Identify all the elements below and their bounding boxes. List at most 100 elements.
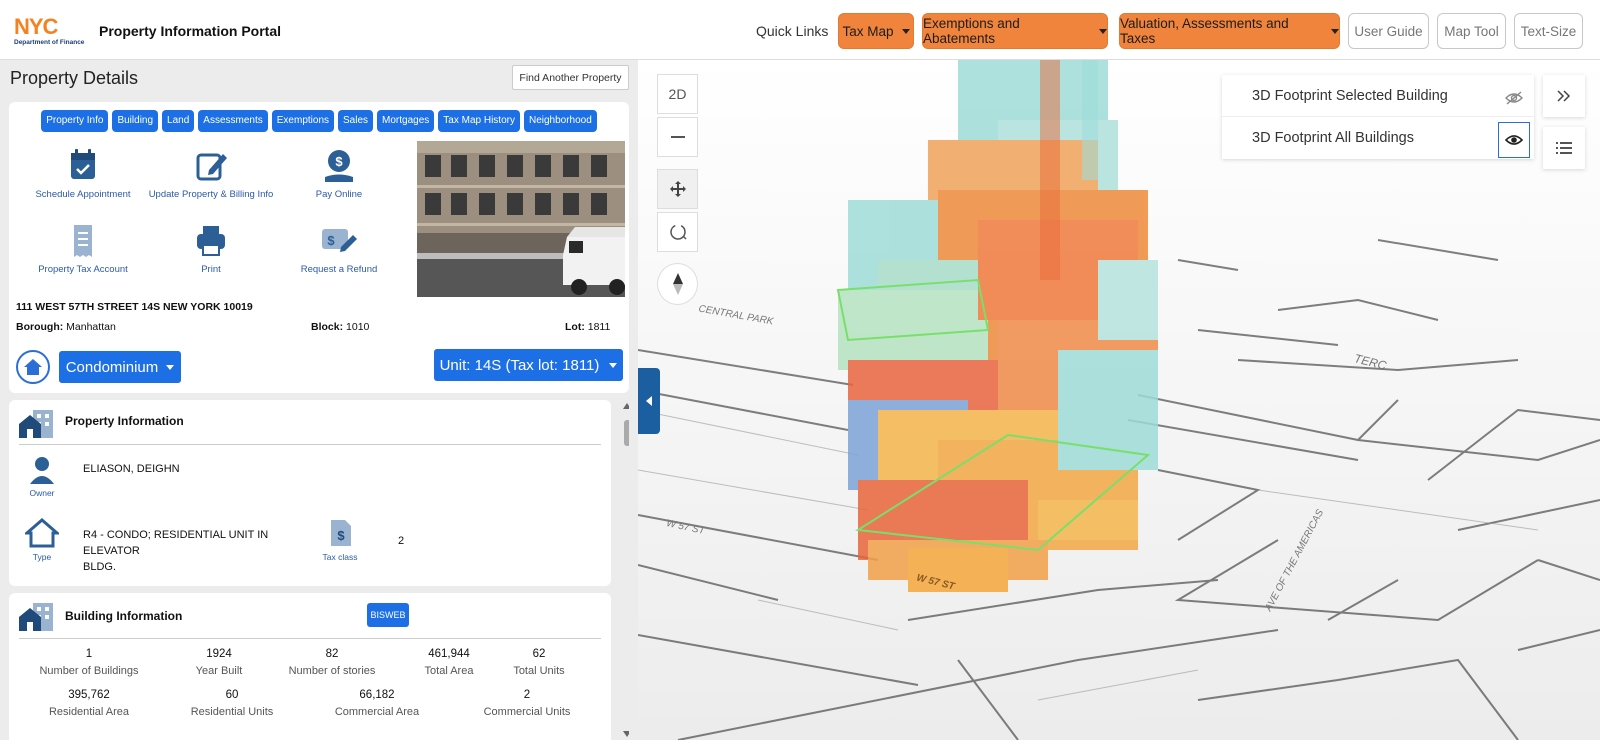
stat-label: Total Units [513, 665, 565, 677]
stat-label: Residential Area [48, 706, 130, 718]
stat-number-of-buildings: 1 Number of Buildings [29, 648, 149, 677]
stat-residential-area: 395,762 Residential Area [29, 689, 149, 718]
update-property-label: Update Property & Billing Info [148, 189, 274, 200]
layer-list-button[interactable] [1543, 127, 1585, 169]
stat-value: 1924 [206, 648, 232, 660]
request-refund-label: Request a Refund [300, 264, 378, 275]
scroll-down-icon[interactable] [622, 730, 629, 738]
borough-label: Borough: [16, 321, 64, 333]
valuation-label: Valuation, Assessments and Taxes [1120, 16, 1289, 46]
request-refund-action[interactable]: $ Request a Refund [269, 223, 409, 275]
schedule-appointment-action[interactable]: Schedule Appointment [13, 148, 153, 200]
2d-toggle-button[interactable]: 2D [657, 74, 698, 114]
pan-tool-button[interactable] [657, 169, 698, 209]
building-icon [19, 603, 53, 631]
stat-commercial-units: 2 Commercial Units [467, 689, 587, 718]
details-scrollbar[interactable] [620, 400, 629, 740]
collapse-panel-button[interactable] [638, 368, 660, 434]
section-tabs: Property Info Building Land Assessments … [9, 110, 629, 132]
valuation-dropdown[interactable]: Valuation, Assessments and Taxes [1119, 13, 1340, 49]
expand-panel-button[interactable] [1543, 75, 1585, 117]
tab-property-info[interactable]: Property Info [41, 110, 109, 132]
pay-online-action[interactable]: $ Pay Online [269, 148, 409, 200]
compass-button[interactable] [657, 263, 698, 305]
nyc-dof-logo[interactable]: NYC Department of Finance [14, 16, 90, 48]
text-size-button[interactable]: Text-Size [1514, 13, 1583, 49]
print-label: Print [201, 264, 221, 275]
tax-map-dropdown[interactable]: Tax Map [838, 13, 914, 49]
stat-label: Year Built [195, 665, 243, 677]
refund-icon: $ [319, 223, 359, 259]
update-property-action[interactable]: Update Property & Billing Info [141, 148, 281, 200]
tab-mortgages[interactable]: Mortgages [377, 110, 435, 132]
tab-tax-map-history[interactable]: Tax Map History [438, 110, 520, 132]
print-action[interactable]: Print [141, 223, 281, 275]
type-value-line2: BLDG. [83, 561, 117, 573]
stat-value: 66,182 [359, 689, 395, 701]
owner-label: Owner [29, 488, 55, 498]
stat-value: 62 [532, 648, 546, 660]
tab-neighborhood[interactable]: Neighborhood [523, 110, 597, 132]
property-address: 111 WEST 57TH STREET 14S NEW YORK 10019 [16, 301, 253, 313]
stat-label: Number of Buildings [39, 665, 139, 677]
tab-land[interactable]: Land [162, 110, 195, 132]
schedule-appointment-label: Schedule Appointment [35, 189, 131, 200]
tab-sales[interactable]: Sales [338, 110, 374, 132]
lot-label: Lot: [565, 321, 585, 333]
stat-number-of-stories: 82 Number of stories [272, 648, 392, 677]
property-tax-account-action[interactable]: Property Tax Account [13, 223, 153, 275]
bisweb-button[interactable]: BISWEB [367, 603, 409, 627]
house-type-icon [25, 518, 59, 548]
logo-nyc-text: NYC [14, 14, 58, 39]
svg-text:$: $ [337, 528, 345, 543]
zoom-out-button[interactable] [657, 117, 698, 157]
layer-selected-visibility-toggle[interactable] [1498, 80, 1530, 116]
layer-row-selected-building[interactable]: 3D Footprint Selected Building [1222, 75, 1534, 117]
divider [19, 638, 601, 639]
3d-layers-panel: 3D Footprint Selected Building 3D Footpr… [1222, 75, 1534, 159]
block-label: Block: [311, 321, 344, 333]
stat-value: 60 [225, 689, 239, 701]
map-tool-button[interactable]: Map Tool [1437, 13, 1506, 49]
home-button[interactable] [16, 350, 50, 384]
tab-exemptions[interactable]: Exemptions [271, 110, 335, 132]
lot-value: 1811 [587, 321, 611, 333]
lot-field: Lot: 1811 [565, 321, 610, 333]
exemptions-dropdown[interactable]: Exemptions and Abatements [922, 13, 1108, 49]
pay-online-label: Pay Online [315, 189, 363, 200]
svg-text:$: $ [327, 233, 335, 248]
stat-value: 2 [523, 689, 531, 701]
caret-down-icon [1099, 28, 1107, 34]
block-value: 1010 [346, 321, 370, 333]
condominium-label: Condominium [65, 358, 159, 376]
printer-icon [191, 223, 231, 259]
calendar-check-icon [63, 148, 103, 184]
tab-assessments[interactable]: Assessments [198, 110, 268, 132]
property-tax-account-label: Property Tax Account [38, 264, 128, 275]
find-another-property-button[interactable]: Find Another Property [512, 65, 629, 90]
scroll-up-icon[interactable] [622, 402, 629, 410]
layer-selected-label: 3D Footprint Selected Building [1252, 88, 1448, 104]
stat-value: 395,762 [68, 689, 110, 701]
rotate-tool-button[interactable] [657, 212, 698, 252]
unit-label: Unit: 14S (Tax lot: 1811) [439, 356, 600, 374]
layer-row-all-buildings[interactable]: 3D Footprint All Buildings [1222, 117, 1534, 159]
layer-all-visibility-toggle[interactable] [1498, 122, 1530, 158]
property-street-photo[interactable] [417, 141, 625, 297]
stat-value: 82 [325, 648, 339, 660]
page-title: Property Details [10, 68, 139, 88]
condominium-dropdown[interactable]: Condominium [59, 351, 181, 383]
3d-map-view[interactable]: CENTRAL PARK W 57 ST W 57 ST AVE OF THE … [638, 60, 1600, 740]
scrollbar-thumb[interactable] [624, 420, 629, 446]
caret-down-icon [609, 362, 618, 368]
block-field: Block: 1010 [311, 321, 369, 333]
details-scroll-area[interactable]: Property Information Owner ELIASON, DEIG… [9, 400, 629, 740]
user-guide-button[interactable]: User Guide [1348, 13, 1429, 49]
layer-all-label: 3D Footprint All Buildings [1252, 130, 1414, 146]
property-information-card: Property Information Owner ELIASON, DEIG… [9, 400, 611, 586]
receipt-icon [63, 223, 103, 259]
tab-building[interactable]: Building [112, 110, 159, 132]
chevron-left-icon [646, 396, 652, 406]
stat-label: Commercial Area [334, 706, 420, 718]
unit-dropdown[interactable]: Unit: 14S (Tax lot: 1811) [434, 349, 623, 381]
